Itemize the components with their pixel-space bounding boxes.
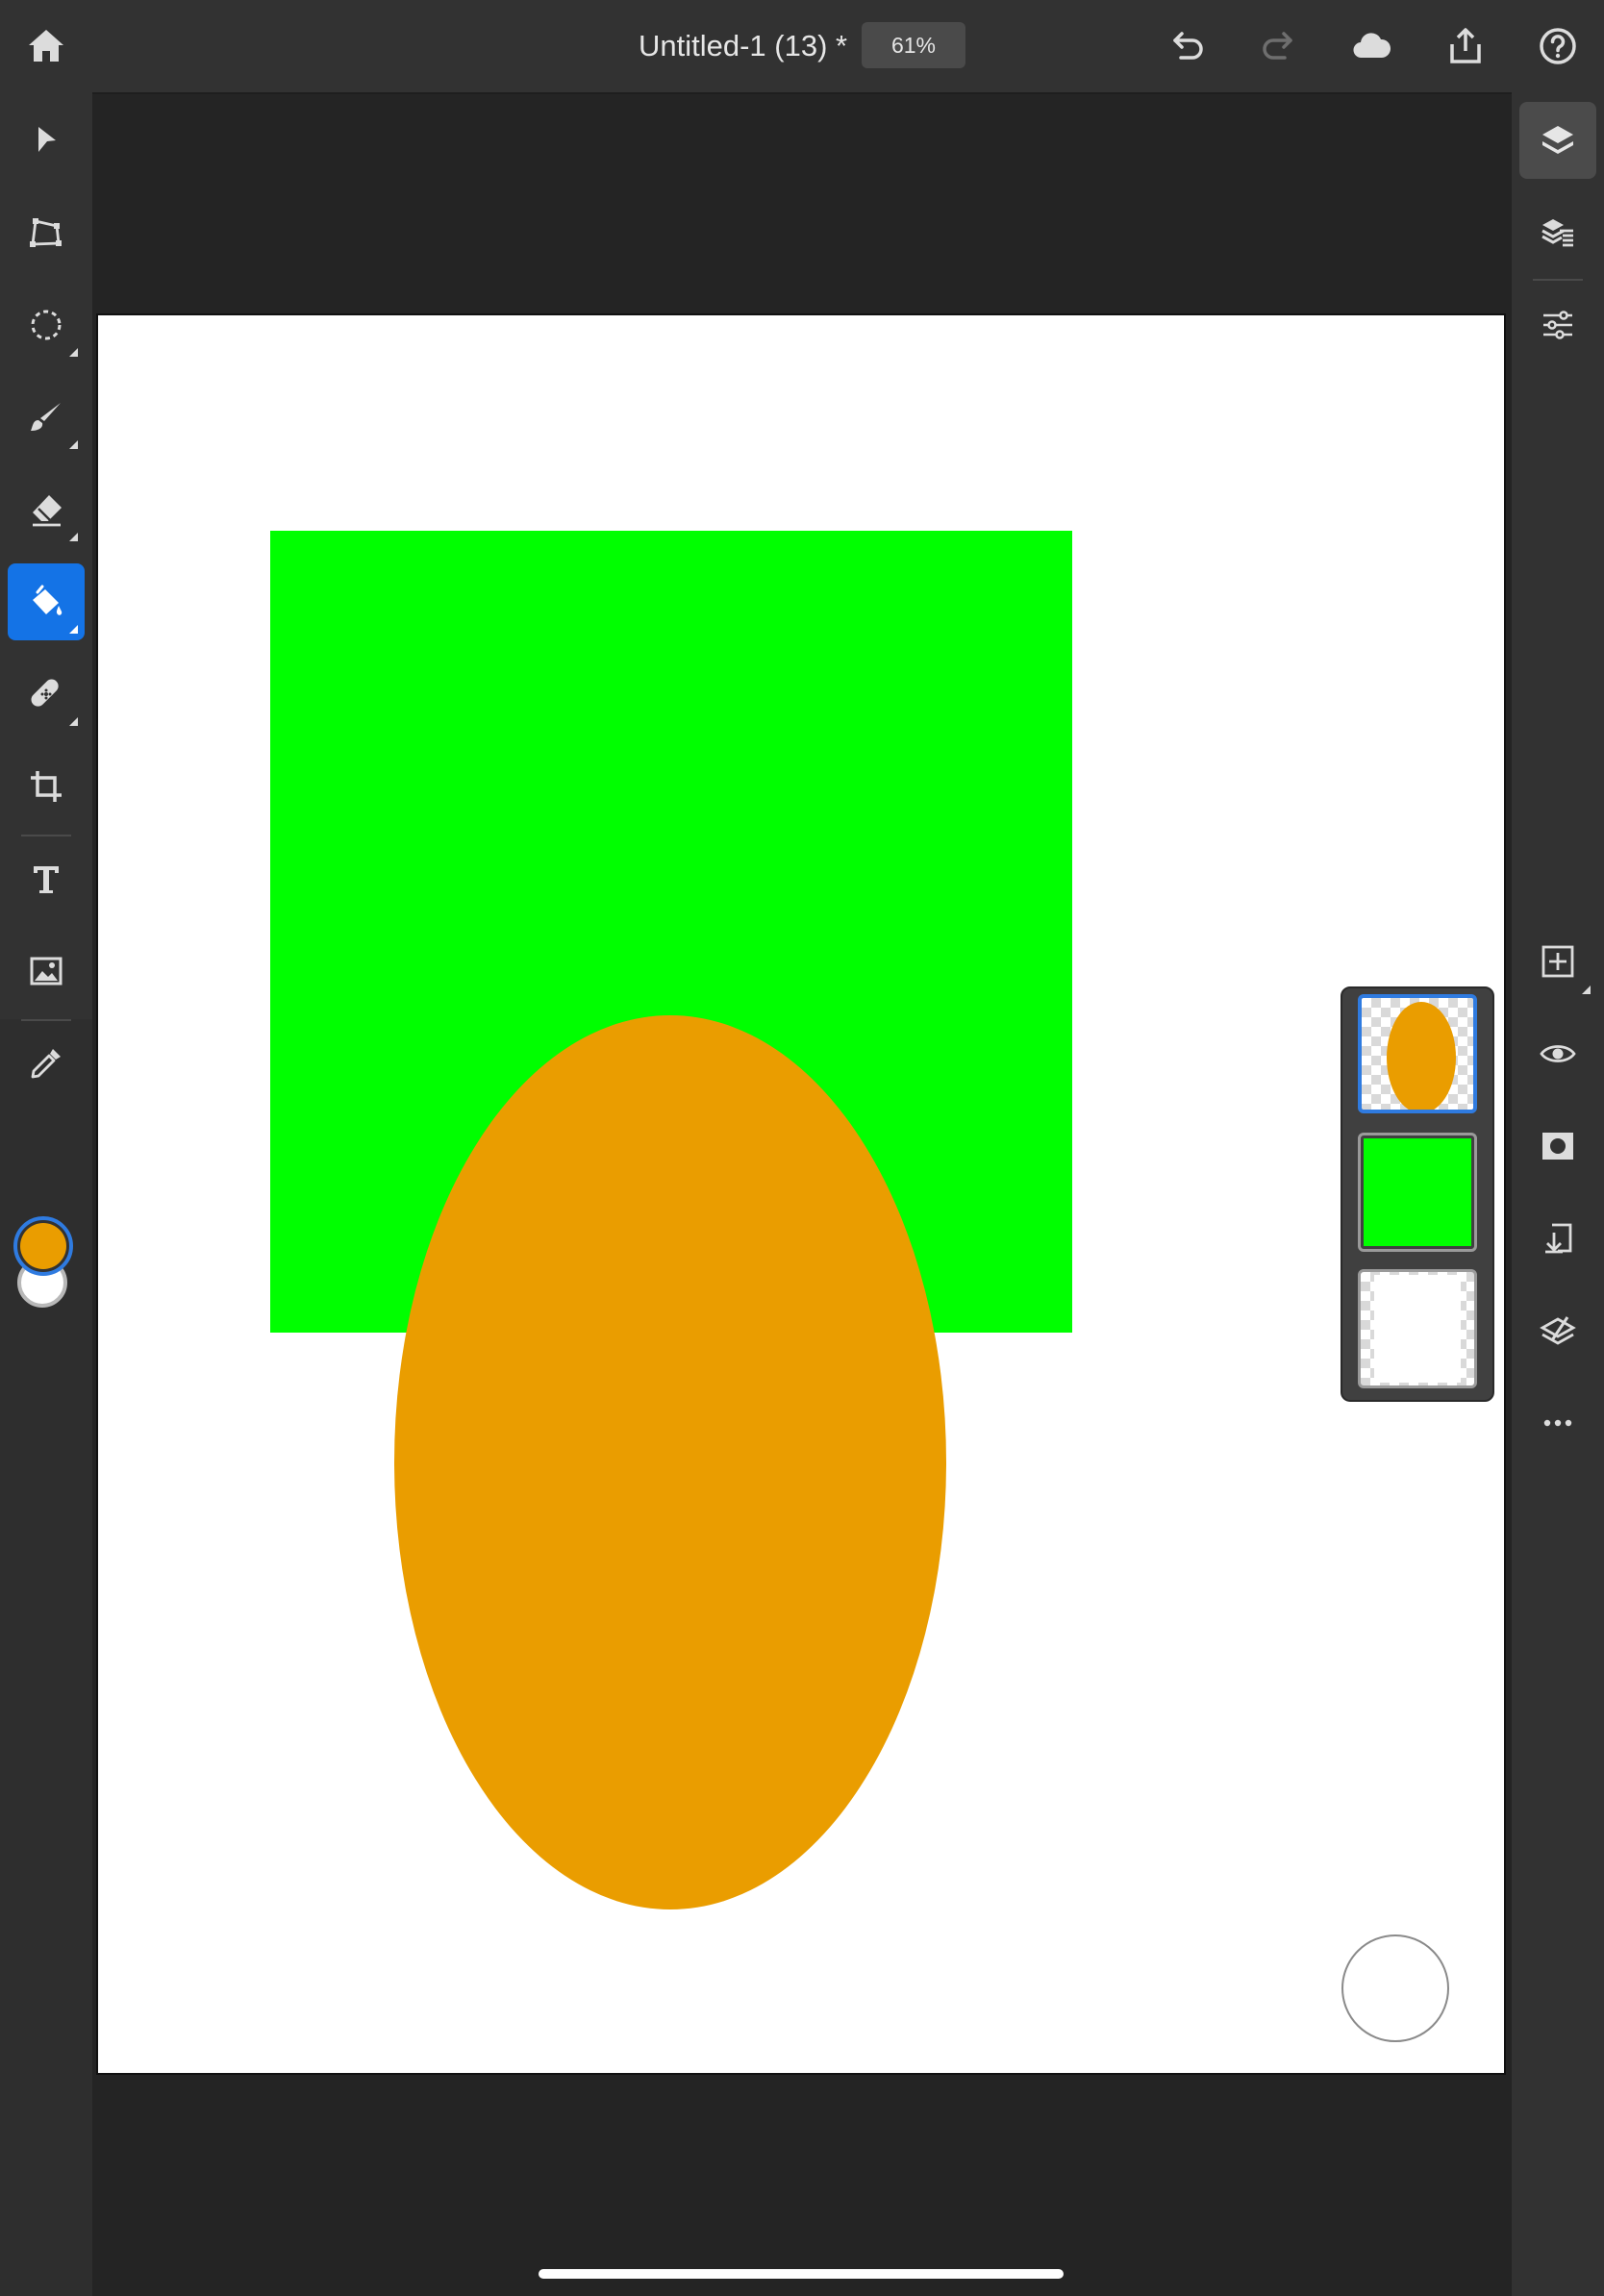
healing-tool[interactable] bbox=[8, 656, 85, 733]
crop-tool[interactable] bbox=[8, 748, 85, 825]
flyout-indicator bbox=[1582, 986, 1591, 994]
layer-thumbnail-background[interactable] bbox=[1358, 1269, 1477, 1388]
type-tool[interactable] bbox=[8, 840, 85, 917]
zoom-level-button[interactable]: 61% bbox=[862, 22, 965, 68]
fill-bucket-icon bbox=[33, 585, 63, 615]
layers-button[interactable] bbox=[1519, 102, 1596, 179]
eyedropper-icon bbox=[31, 1049, 61, 1079]
adjustments-icon bbox=[1543, 311, 1572, 339]
panel-divider bbox=[1533, 279, 1583, 281]
orange-ellipse bbox=[394, 1015, 946, 1909]
transform-icon bbox=[30, 218, 62, 247]
help-icon[interactable] bbox=[1535, 23, 1581, 69]
add-layer-icon bbox=[1541, 945, 1574, 978]
add-layer-button[interactable] bbox=[1519, 923, 1596, 1000]
layer-properties-icon bbox=[1541, 219, 1573, 247]
type-icon bbox=[34, 866, 59, 893]
eraser-tool[interactable] bbox=[8, 471, 85, 548]
touch-shortcut-button[interactable] bbox=[1341, 1934, 1449, 2042]
left-toolbar bbox=[0, 92, 92, 2296]
merge-down-icon bbox=[1545, 1223, 1572, 1254]
layer-thumbnail-background-content bbox=[1374, 1275, 1461, 1383]
layer-properties-button[interactable] bbox=[1519, 194, 1596, 271]
layers-panel bbox=[1341, 986, 1494, 1402]
visibility-icon bbox=[1540, 1045, 1576, 1062]
mask-icon bbox=[1542, 1133, 1573, 1160]
visibility-button[interactable] bbox=[1519, 1015, 1596, 1092]
tool-flyout-indicator bbox=[69, 533, 78, 541]
eyedropper-tool[interactable] bbox=[8, 1025, 85, 1102]
redo-icon[interactable] bbox=[1256, 23, 1302, 69]
select-tool[interactable] bbox=[8, 102, 85, 179]
select-icon bbox=[38, 127, 56, 152]
brush-icon bbox=[31, 403, 61, 431]
lasso-select-icon bbox=[31, 310, 62, 340]
layer-thumbnail-ellipse-shape bbox=[1387, 1002, 1456, 1110]
layer-thumbnail-ellipse[interactable] bbox=[1358, 994, 1477, 1113]
clear-layer-button[interactable] bbox=[1519, 1292, 1596, 1369]
share-icon[interactable] bbox=[1442, 23, 1489, 69]
document-title[interactable]: Untitled-1 (13) * bbox=[639, 29, 847, 63]
tool-flyout-indicator bbox=[69, 440, 78, 449]
layers-icon bbox=[1542, 126, 1573, 154]
cloud-icon[interactable] bbox=[1348, 23, 1394, 69]
tool-flyout-indicator bbox=[69, 625, 78, 634]
foreground-color-fill bbox=[20, 1223, 66, 1269]
home-indicator[interactable] bbox=[539, 2269, 1064, 2279]
transform-tool[interactable] bbox=[8, 194, 85, 271]
left-toolbar-lower bbox=[0, 1019, 92, 2296]
brush-tool[interactable] bbox=[8, 379, 85, 456]
layer-thumbnail-fill[interactable] bbox=[1358, 1133, 1477, 1252]
merge-down-button[interactable] bbox=[1519, 1200, 1596, 1277]
toolbar-divider bbox=[21, 835, 71, 836]
more-options-button[interactable] bbox=[1519, 1385, 1596, 1461]
document-canvas[interactable] bbox=[96, 313, 1506, 2075]
toolbar-divider bbox=[21, 1019, 71, 1021]
eraser-icon bbox=[33, 495, 62, 527]
fill-tool[interactable] bbox=[8, 563, 85, 640]
tool-flyout-indicator bbox=[69, 348, 78, 357]
adjustments-button[interactable] bbox=[1519, 287, 1596, 363]
selection-tool[interactable] bbox=[8, 287, 85, 363]
foreground-color-swatch[interactable] bbox=[13, 1216, 73, 1276]
layer-thumbnail-fill-content bbox=[1364, 1138, 1471, 1246]
right-panel bbox=[1512, 92, 1604, 2296]
undo-icon[interactable] bbox=[1164, 23, 1210, 69]
tool-flyout-indicator bbox=[69, 717, 78, 726]
crop-icon bbox=[31, 771, 62, 802]
mask-button[interactable] bbox=[1519, 1108, 1596, 1185]
place-image-tool[interactable] bbox=[8, 933, 85, 1010]
more-icon bbox=[1543, 1419, 1572, 1427]
clear-layer-icon bbox=[1540, 1316, 1576, 1345]
place-image-icon bbox=[30, 957, 63, 986]
healing-icon bbox=[31, 679, 59, 707]
top-bar: Untitled-1 (13) * 61% bbox=[0, 0, 1604, 94]
